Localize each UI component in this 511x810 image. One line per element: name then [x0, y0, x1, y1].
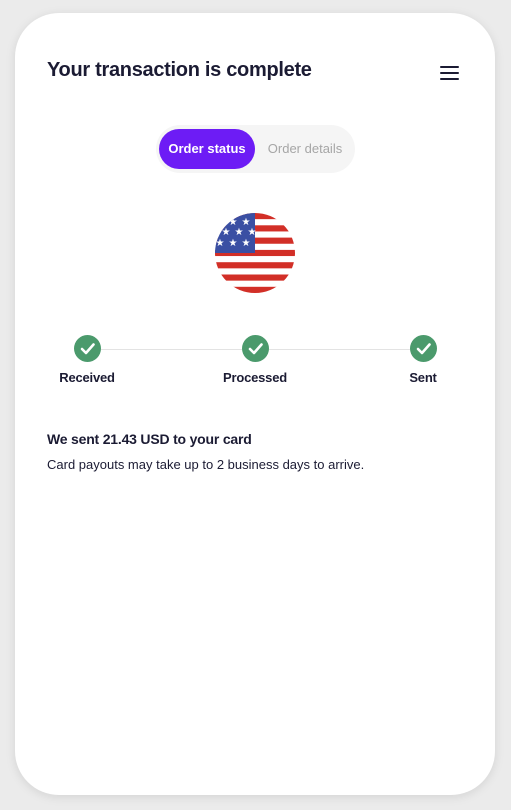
svg-text:★: ★	[235, 227, 244, 238]
step-sent: Sent	[383, 335, 463, 385]
svg-text:★: ★	[248, 227, 257, 238]
transaction-card: Your transaction is complete Order statu…	[15, 13, 495, 795]
check-circle-icon	[73, 335, 101, 362]
tab-order-status[interactable]: Order status	[159, 129, 255, 169]
step-received: Received	[47, 335, 127, 385]
step-label: Sent	[409, 370, 437, 385]
confirmation-message: We sent 21.43 USD to your card Card payo…	[47, 431, 463, 472]
message-body: Card payouts may take up to 2 business d…	[47, 457, 365, 472]
hamburger-menu-icon[interactable]	[437, 63, 463, 83]
tab-order-details[interactable]: Order details	[257, 129, 353, 169]
menu-bar	[440, 72, 459, 74]
step-processed: Processed	[215, 335, 295, 385]
progress-tracker: Received Processed Sent	[59, 335, 440, 391]
message-title: We sent 21.43 USD to your card	[47, 431, 252, 447]
svg-text:★: ★	[216, 238, 225, 249]
page-title: Your transaction is complete	[47, 59, 312, 81]
check-circle-icon	[241, 335, 269, 362]
svg-text:★: ★	[229, 238, 238, 249]
check-circle-icon	[409, 335, 437, 362]
step-label: Processed	[223, 370, 287, 385]
step-label: Received	[59, 370, 115, 385]
svg-text:★: ★	[222, 227, 231, 238]
svg-text:★: ★	[242, 238, 251, 249]
menu-bar	[440, 78, 459, 80]
menu-bar	[440, 66, 459, 68]
order-tabs: Order status Order details	[156, 125, 355, 173]
header: Your transaction is complete	[47, 57, 463, 89]
us-flag-icon: ★ ★ ★ ★ ★ ★ ★ ★	[215, 213, 295, 293]
